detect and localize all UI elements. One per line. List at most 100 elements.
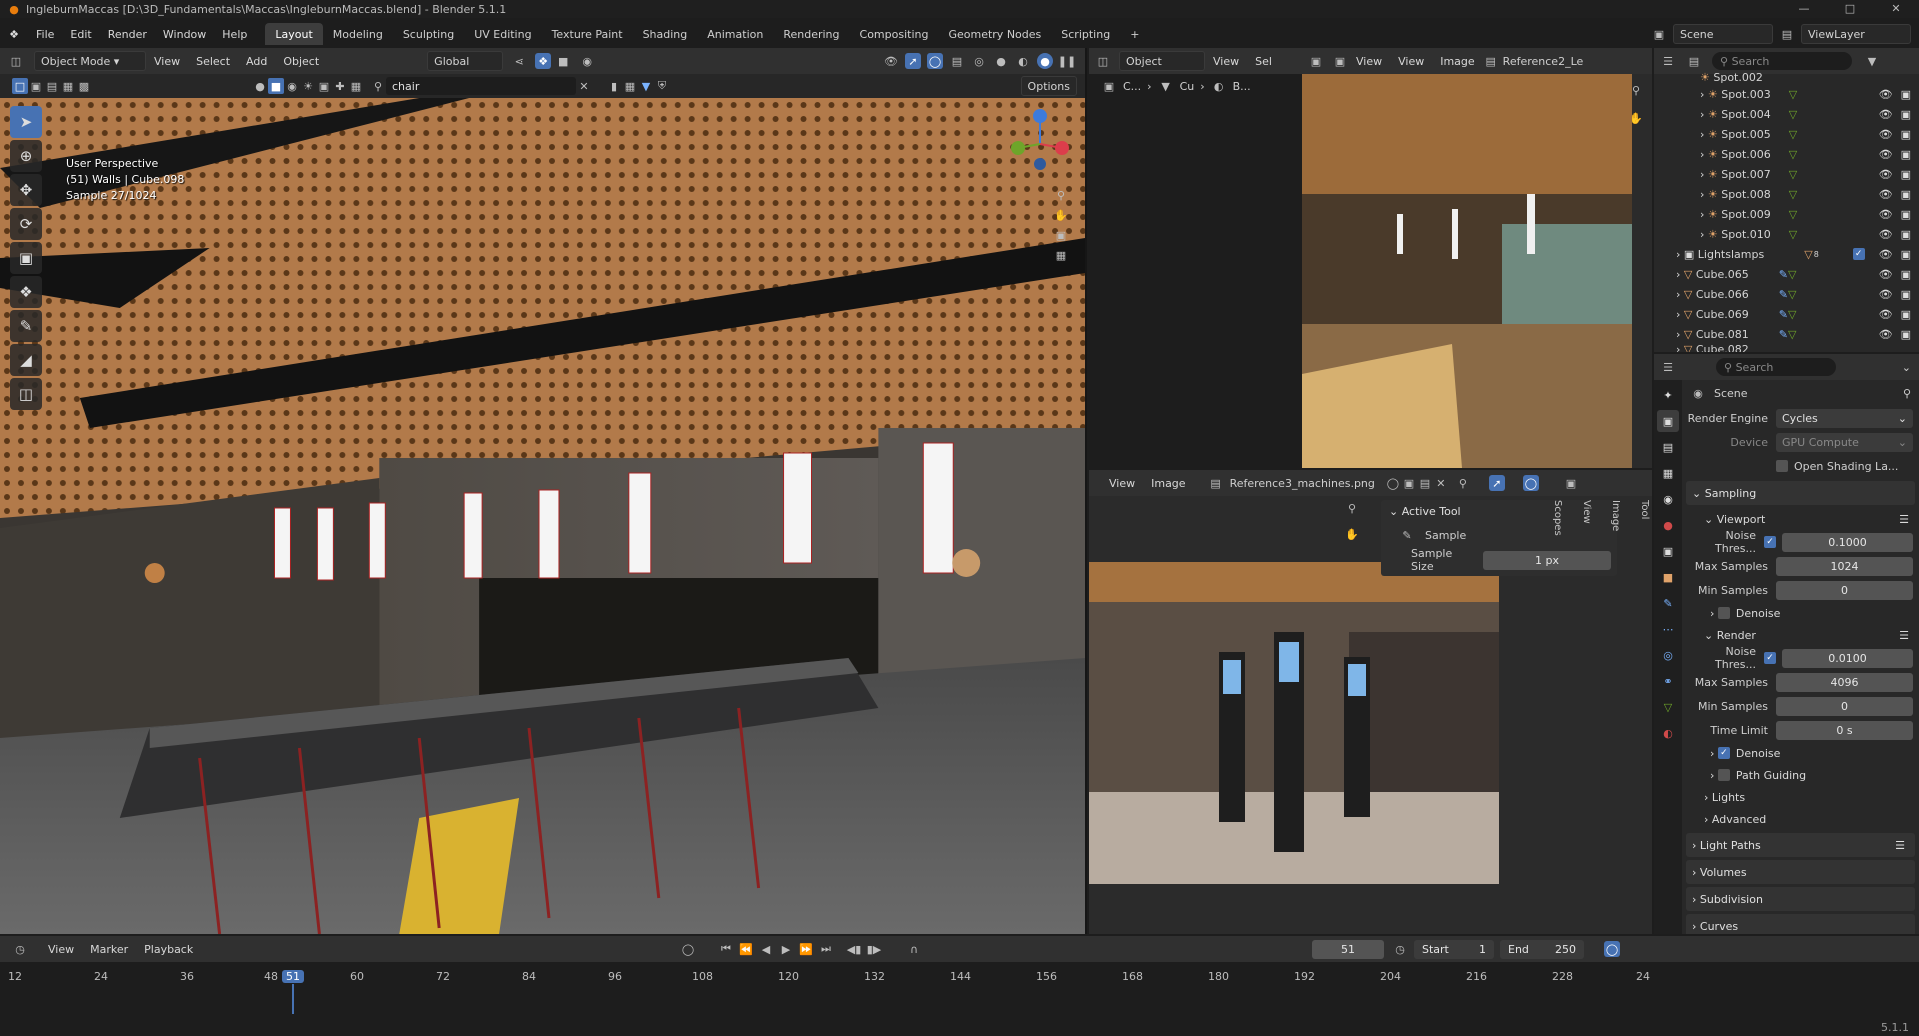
eye-icon[interactable]: 👁: [1879, 188, 1893, 201]
menu-view[interactable]: View: [1205, 55, 1247, 68]
vp-noise-checkbox[interactable]: ✓: [1764, 536, 1776, 548]
playhead-frame[interactable]: 51: [282, 969, 304, 983]
outliner-filter-input[interactable]: chair: [386, 77, 576, 95]
r-max-samples-field[interactable]: 4096: [1776, 672, 1913, 692]
expand-icon[interactable]: ›: [1700, 168, 1708, 181]
viewport-subpanel-header[interactable]: ⌄ Viewport ☰: [1686, 508, 1919, 530]
eye-icon[interactable]: 👁: [1879, 128, 1893, 141]
timeline-menu-playback[interactable]: Playback: [136, 943, 201, 956]
axis-gizmo-icon[interactable]: [1000, 104, 1080, 184]
presets-icon[interactable]: ☰: [1899, 513, 1909, 526]
jump-keyframe-back-icon[interactable]: ⏪: [738, 941, 754, 957]
view-layer-tab-icon[interactable]: ▦: [1657, 462, 1679, 484]
camera-icon[interactable]: ▣: [1901, 88, 1911, 101]
pause-render-icon[interactable]: ❚❚: [1058, 53, 1076, 69]
modifier-tab-icon[interactable]: ✎: [1657, 592, 1679, 614]
object-tab-icon[interactable]: ■: [1657, 566, 1679, 588]
light-paths-panel[interactable]: › Light Paths ☰: [1686, 833, 1915, 857]
viewport-menu-add[interactable]: Add: [238, 55, 275, 68]
menu-render[interactable]: Render: [100, 28, 155, 41]
tab-image[interactable]: Image: [1610, 500, 1621, 536]
zoom-icon[interactable]: ⚲: [1344, 500, 1360, 516]
display-channels-icon[interactable]: ▣: [1563, 475, 1579, 491]
filter-icon[interactable]: ▼: [638, 78, 654, 94]
timeline-menu-view[interactable]: View: [40, 943, 82, 956]
add-workspace-icon[interactable]: +: [1120, 23, 1149, 45]
list-item[interactable]: › ▣ Lightslamps ▽ 8 ✓ 👁 ▣: [1654, 244, 1919, 264]
timeline-menu-marker[interactable]: Marker: [82, 943, 136, 956]
gizmo-icon[interactable]: ➚: [1488, 475, 1505, 491]
device-dropdown[interactable]: GPU Compute ⌄: [1776, 432, 1913, 452]
ref2-menu-image[interactable]: Image: [1432, 55, 1482, 68]
eye-icon[interactable]: 👁: [1879, 208, 1893, 221]
tab-uv-editing[interactable]: UV Editing: [464, 23, 541, 45]
snap-target-icon[interactable]: ■: [555, 53, 571, 69]
start-frame-field[interactable]: Start 1: [1414, 939, 1494, 959]
jump-keyframe-forward-icon[interactable]: ⏩: [798, 941, 814, 957]
camera-icon[interactable]: ▣: [1901, 228, 1911, 241]
vp-noise-field[interactable]: 0.1000: [1782, 532, 1913, 552]
jump-start-icon[interactable]: ⏮: [718, 941, 734, 957]
expand-icon[interactable]: ›: [1676, 288, 1684, 301]
fake-user-icon[interactable]: ◯: [1385, 475, 1401, 491]
viewport-menu-view[interactable]: View: [146, 55, 188, 68]
tab-sculpting[interactable]: Sculpting: [393, 23, 464, 45]
clear-search-icon[interactable]: ✕: [576, 78, 592, 94]
eye-icon[interactable]: 👁: [1879, 308, 1893, 321]
r-denoise-subpanel[interactable]: › ✓ Denoise: [1686, 742, 1919, 764]
breadcrumb-item-2[interactable]: Cu: [1180, 80, 1195, 93]
include-checkbox[interactable]: ✓: [1852, 247, 1865, 260]
tab-view[interactable]: View: [1581, 500, 1592, 536]
eye-icon[interactable]: 👁: [1879, 108, 1893, 121]
move-tool-icon[interactable]: ✥: [10, 174, 42, 206]
camera-view-icon[interactable]: ▣: [1053, 227, 1069, 243]
viewport-menu-select[interactable]: Select: [188, 55, 238, 68]
constraints-tab-icon[interactable]: ⚭: [1657, 670, 1679, 692]
r-noise-field[interactable]: 0.0100: [1782, 648, 1913, 668]
prev-keyframe-icon[interactable]: ◀▮: [846, 941, 862, 957]
ref2-menu-view[interactable]: View: [1348, 55, 1390, 68]
tab-rendering[interactable]: Rendering: [773, 23, 849, 45]
select-subtract-icon[interactable]: ▤: [44, 78, 60, 94]
tab-modeling[interactable]: Modeling: [323, 23, 393, 45]
rendered-shading-icon[interactable]: ●: [1037, 53, 1053, 69]
output-tab-icon[interactable]: ▤: [1657, 436, 1679, 458]
mode-selector[interactable]: Object Mode ▾: [34, 51, 146, 71]
pan-hand-icon[interactable]: ✋: [1344, 526, 1360, 542]
overlay-icon[interactable]: ◯: [927, 53, 943, 69]
eye-icon[interactable]: 👁: [1879, 288, 1893, 301]
visibility-icon[interactable]: 👁: [883, 53, 899, 69]
presets-icon[interactable]: ☰: [1899, 629, 1909, 642]
select-extend-icon[interactable]: ▣: [28, 78, 44, 94]
cursor-tool-icon[interactable]: ⊕: [10, 140, 42, 172]
list-item[interactable]: › ▽ Cube.065 ✎ ▽ 👁 ▣: [1654, 264, 1919, 284]
scale-tool-icon[interactable]: ▣: [10, 242, 42, 274]
eye-icon[interactable]: 👁: [1879, 228, 1893, 241]
end-frame-field[interactable]: End 250: [1500, 939, 1584, 959]
select-intersect-icon[interactable]: ▩: [76, 78, 92, 94]
list-item[interactable]: › ☀ Spot.005 ▽ 👁 ▣: [1654, 124, 1919, 144]
open-image-icon[interactable]: ▤: [1417, 475, 1433, 491]
options-button[interactable]: Options: [1020, 76, 1077, 96]
camera-icon[interactable]: ▣: [1901, 268, 1911, 281]
tab-animation[interactable]: Animation: [697, 23, 773, 45]
menu-window[interactable]: Window: [155, 28, 214, 41]
3d-viewport[interactable]: ◫ Object Mode ▾ View Select Add Object G…: [0, 48, 1087, 934]
outliner-search-input[interactable]: ⚲ Search: [1712, 52, 1852, 70]
r-min-samples-field[interactable]: 0: [1776, 696, 1913, 716]
filter-icon[interactable]: ▼: [1864, 53, 1880, 69]
play-reverse-icon[interactable]: ◀: [758, 941, 774, 957]
presets-icon[interactable]: ☰: [1895, 839, 1905, 852]
bookmark-icon[interactable]: ▮: [606, 78, 622, 94]
sample-size-field[interactable]: 1 px: [1483, 550, 1611, 570]
annotate-tool-icon[interactable]: ✎: [10, 310, 42, 342]
eye-icon[interactable]: 👁: [1879, 148, 1893, 161]
material-tab-icon[interactable]: ◐: [1657, 722, 1679, 744]
pan-hand-icon[interactable]: ✋: [1628, 110, 1644, 126]
zoom-icon[interactable]: ⚲: [1628, 82, 1644, 98]
rotate-tool-icon[interactable]: ⟳: [10, 208, 42, 240]
tab-layout[interactable]: Layout: [265, 23, 323, 45]
open-shading-checkbox[interactable]: [1776, 460, 1788, 472]
material-shading-icon[interactable]: ◐: [1015, 53, 1031, 69]
display-mode-icon[interactable]: ▤: [1686, 53, 1702, 69]
